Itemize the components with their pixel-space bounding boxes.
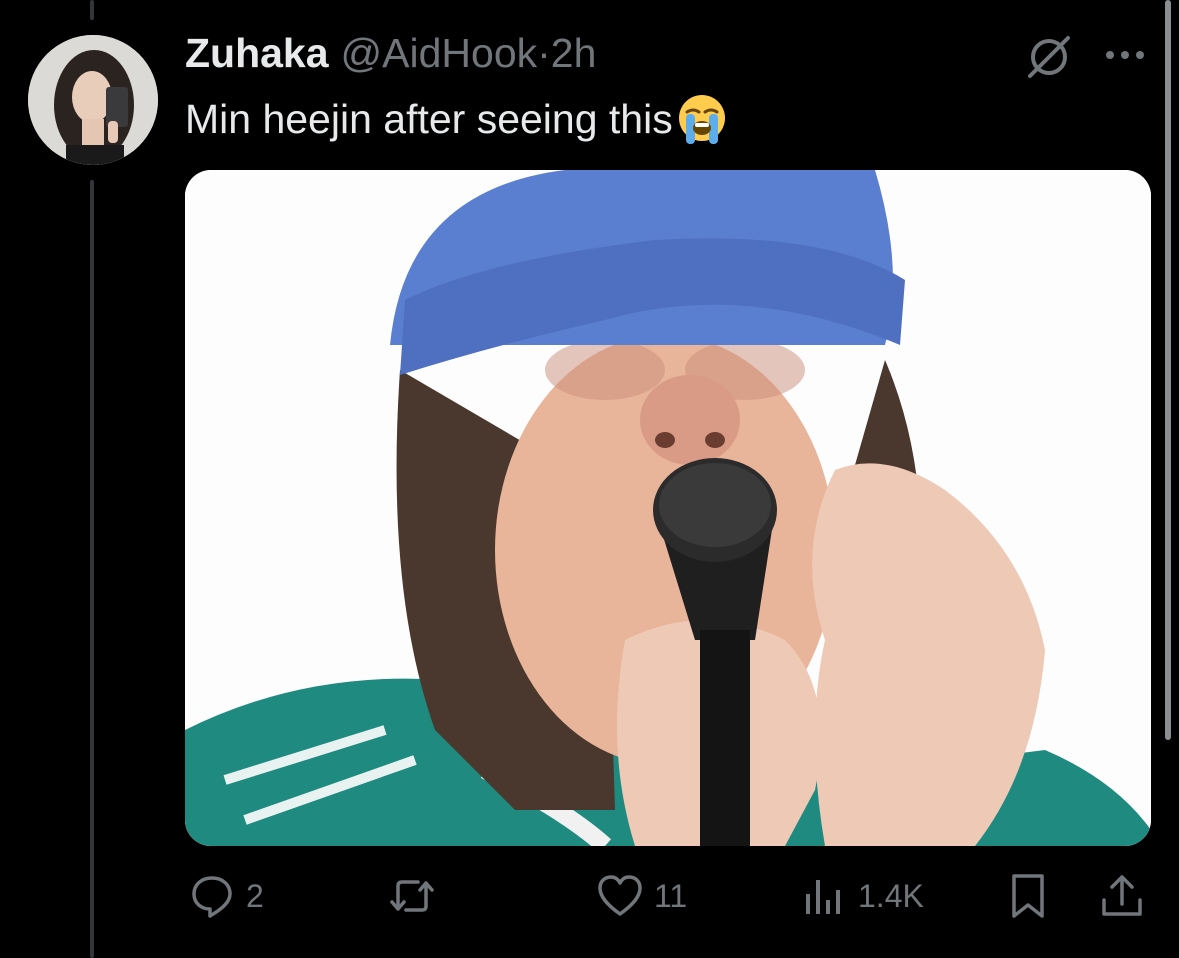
tweet-header: Zuhaka @AidHook·2h (185, 30, 596, 80)
tweet-text-content: Min heejin after seeing this (185, 95, 673, 142)
share-icon (1102, 875, 1142, 916)
bookmark-icon (1012, 874, 1044, 918)
loudly-crying-face-icon (678, 95, 725, 144)
retweet-action[interactable] (388, 872, 446, 920)
views-count: 1.4K (858, 877, 924, 914)
scrollbar[interactable] (1165, 0, 1171, 740)
more-icon[interactable] (1100, 30, 1150, 80)
separator: · (537, 30, 551, 76)
like-action[interactable]: 11 (596, 872, 687, 920)
reply-icon (192, 876, 232, 918)
share-action[interactable] (1098, 872, 1146, 920)
views-icon (806, 880, 840, 914)
timestamp[interactable]: 2h (551, 30, 597, 76)
display-name[interactable]: Zuhaka (185, 30, 329, 77)
crying-woman-photo (185, 170, 1151, 846)
handle[interactable]: @AidHook (341, 30, 538, 76)
reply-action[interactable]: 2 (188, 872, 264, 920)
grok-icon[interactable] (1022, 30, 1076, 84)
heart-icon (598, 875, 642, 916)
thread-line-top (90, 0, 94, 20)
action-bar: 2 11 1.4K (0, 860, 1179, 940)
like-count: 11 (654, 877, 688, 914)
views-action[interactable]: 1.4K (800, 872, 924, 920)
handle-and-time: @AidHook·2h (341, 30, 597, 77)
retweet-icon (390, 880, 434, 912)
avatar-image (28, 35, 158, 165)
bookmark-action[interactable] (1004, 872, 1052, 920)
tweet-media-photo[interactable] (185, 170, 1151, 846)
tweet-text: Min heejin after seeing this (185, 92, 729, 146)
avatar[interactable] (28, 35, 158, 165)
thread-line (90, 180, 94, 958)
reply-count: 2 (246, 877, 264, 914)
